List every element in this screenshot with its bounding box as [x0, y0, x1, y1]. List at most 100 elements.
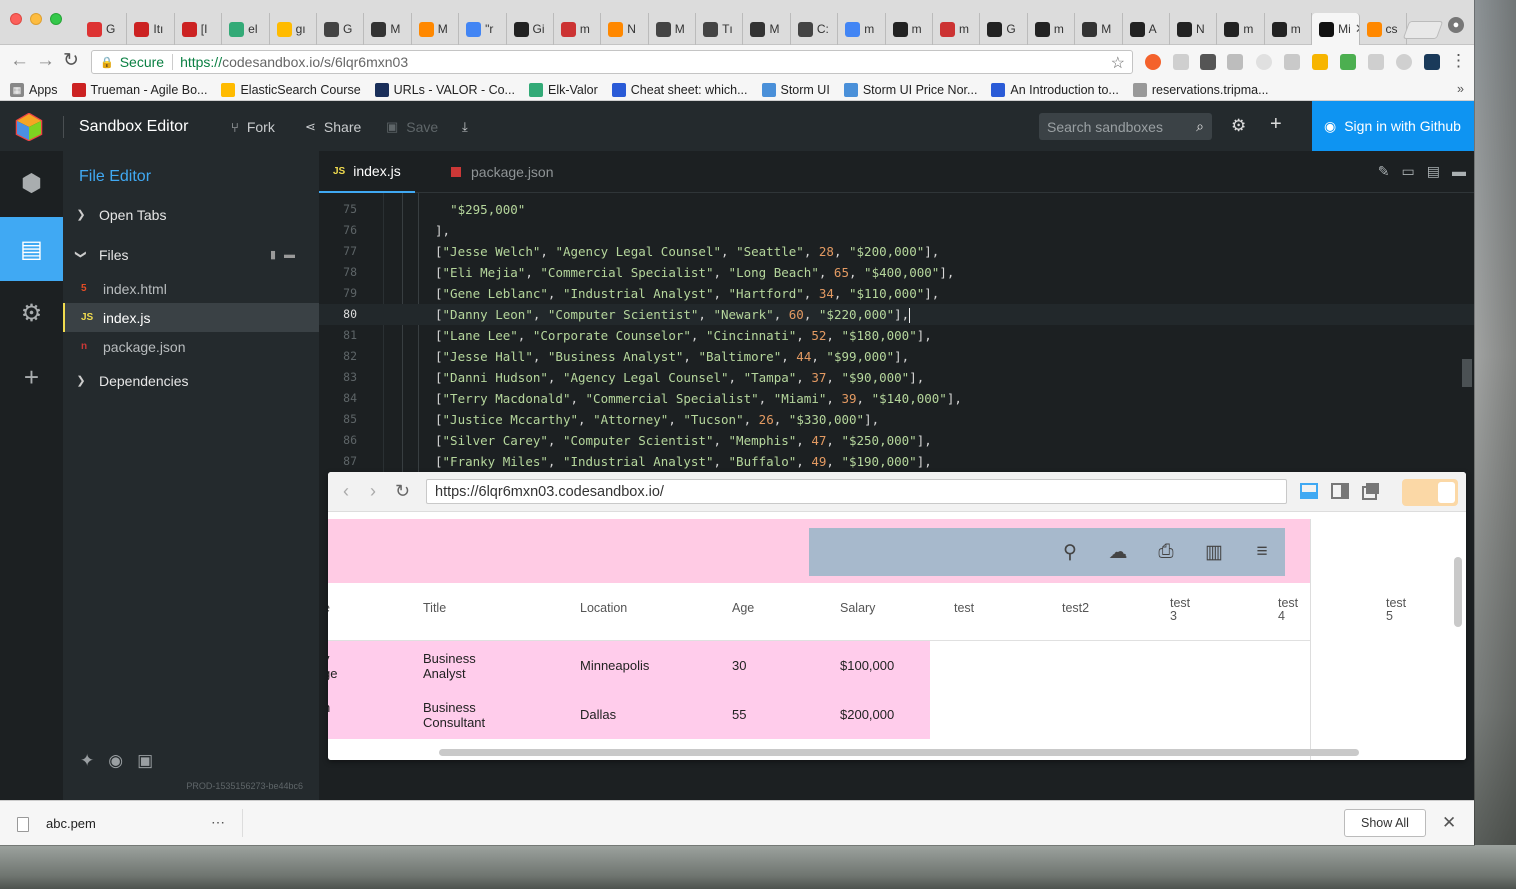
browser-tab[interactable]: Mi✕ — [1312, 13, 1360, 45]
filter-list-icon[interactable]: ≡ — [1250, 541, 1274, 563]
bookmark-item[interactable]: ElasticSearch Course — [221, 82, 361, 97]
bookmark-item[interactable]: Cheat sheet: which... — [611, 82, 748, 97]
reload-icon[interactable]: ↻ — [63, 51, 79, 71]
open-tabs-toggle[interactable]: ❯ Open Tabs — [63, 200, 319, 229]
extension-icon[interactable] — [1312, 54, 1328, 70]
apps-bookmark[interactable]: ▦ Apps — [10, 82, 58, 97]
search-icon[interactable]: ⚲ — [1058, 541, 1082, 564]
settings-gear-icon[interactable]: ⚙ — [1231, 116, 1246, 136]
search-sandboxes-input[interactable]: Search sandboxes ⌕ — [1039, 113, 1212, 140]
project-settings-icon[interactable]: ⚙ — [0, 281, 63, 345]
files-toggle[interactable]: ❯ Files ▮▬ — [63, 240, 319, 269]
tab-package-json[interactable]: package.json — [437, 151, 568, 193]
browser-tab[interactable]: gı — [270, 13, 317, 45]
forward-arrow-icon[interactable]: → — [36, 51, 55, 71]
file-item[interactable]: JS index.js — [63, 303, 319, 332]
tab-index-js[interactable]: JS index.js — [319, 151, 415, 193]
browser-tab[interactable]: Itı — [127, 13, 175, 45]
sandbox-info-cube-icon[interactable]: ⬢ — [0, 151, 63, 215]
minimize-window-button[interactable] — [30, 13, 42, 25]
browser-tab[interactable]: A — [1123, 13, 1170, 45]
browser-tab[interactable]: Tı — [696, 13, 744, 45]
table-row[interactable]: n l Business Consultant Dallas 55 $200,000 — [328, 690, 930, 739]
browser-tab[interactable]: m — [838, 13, 886, 45]
maximize-window-button[interactable] — [50, 13, 62, 25]
column-header[interactable]: Location — [580, 602, 627, 615]
preview-vertical-scrollbar[interactable] — [1454, 557, 1462, 627]
bookmark-item[interactable]: reservations.tripma... — [1132, 82, 1269, 97]
bookmark-item[interactable]: Elk-Valor — [528, 82, 598, 97]
preview-toggle-icon[interactable]: ▭ — [1402, 163, 1415, 180]
new-tab-button[interactable] — [1402, 21, 1444, 39]
new-file-folder-icons[interactable]: ▮▬ — [270, 248, 303, 261]
browser-tab[interactable]: M — [412, 13, 460, 45]
browser-tab[interactable]: m — [933, 13, 981, 45]
file-item[interactable]: n package.json — [63, 332, 319, 361]
column-header[interactable]: test — [954, 602, 974, 615]
show-all-button[interactable]: Show All — [1344, 809, 1426, 837]
cloud-download-icon[interactable]: ☁ — [1106, 541, 1130, 564]
column-header[interactable]: test 3 — [1170, 597, 1190, 623]
browser-tab[interactable]: C: — [791, 13, 839, 45]
extension-icon[interactable] — [1256, 54, 1272, 70]
back-arrow-icon[interactable]: ← — [10, 51, 29, 71]
twitter-icon[interactable]: ✦ — [80, 751, 94, 771]
column-header[interactable]: e — [328, 602, 330, 615]
code-area[interactable]: 75 "$295,000" 76], 77 ["Jesse Welch", "Agen… — [319, 193, 1474, 478]
bookmark-item[interactable]: An Introduction to... — [991, 82, 1119, 97]
add-plus-icon[interactable]: + — [0, 345, 63, 409]
preview-url-input[interactable]: https://6lqr6mxn03.codesandbox.io/ — [426, 479, 1287, 504]
browser-tab[interactable]: m — [1265, 13, 1313, 45]
more-bookmarks-icon[interactable]: » — [1457, 82, 1464, 96]
column-header[interactable]: test2 — [1062, 602, 1089, 615]
browser-menu-icon[interactable]: ⋮ — [1450, 52, 1467, 70]
browser-tab[interactable]: M — [649, 13, 697, 45]
file-editor-icon[interactable]: ▤ — [0, 217, 63, 281]
share-button[interactable]: ⋖ Share — [305, 119, 361, 135]
profile-icon[interactable]: ● — [1448, 17, 1464, 33]
save-button[interactable]: ▣ Save — [386, 119, 438, 135]
extension-icon[interactable] — [1368, 54, 1384, 70]
column-header[interactable]: Salary — [840, 602, 875, 615]
preview-layout-icon[interactable] — [1300, 482, 1318, 500]
extension-icon[interactable] — [1396, 54, 1412, 70]
browser-tab[interactable]: N — [601, 13, 649, 45]
close-window-button[interactable] — [10, 13, 22, 25]
bookmark-item[interactable]: Trueman - Agile Bo... — [71, 82, 207, 97]
column-header[interactable]: Age — [732, 602, 754, 615]
browser-tab[interactable]: G — [980, 13, 1028, 45]
preview-back-icon[interactable]: ‹ — [343, 481, 349, 502]
file-item[interactable]: 5 index.html — [63, 274, 319, 303]
extension-icon[interactable] — [1284, 54, 1300, 70]
fork-button[interactable]: ⑂ Fork — [231, 119, 275, 135]
column-header[interactable]: test 4 — [1278, 597, 1298, 623]
browser-tab[interactable]: el — [222, 13, 270, 45]
extension-icon[interactable] — [1340, 54, 1356, 70]
bookmark-item[interactable]: URLs - VALOR - Co... — [374, 82, 515, 97]
browser-tab[interactable]: G — [317, 13, 365, 45]
address-bar[interactable]: 🔒 Secure https:// codesandbox.io/s/6lqr6… — [91, 50, 1133, 74]
browser-tab[interactable]: G — [80, 13, 128, 45]
download-button[interactable]: ⤓ — [462, 119, 476, 135]
bookmark-star-icon[interactable]: ☆ — [1111, 53, 1125, 73]
bookmark-item[interactable]: Storm UI — [761, 82, 830, 97]
preview-split-icon[interactable] — [1331, 482, 1349, 500]
new-sandbox-plus-icon[interactable]: + — [1270, 113, 1282, 136]
browser-tab[interactable]: Gi — [507, 13, 554, 45]
column-header[interactable]: test 5 — [1386, 597, 1406, 623]
preview-popout-icon[interactable] — [1362, 482, 1380, 500]
bookmark-item[interactable]: Storm UI Price Nor... — [843, 82, 977, 97]
download-file-name[interactable]: abc.pem — [46, 816, 96, 831]
extension-icon[interactable] — [1200, 54, 1216, 70]
column-header[interactable]: Title — [423, 602, 446, 615]
extension-icon[interactable] — [1227, 54, 1243, 70]
browser-tab[interactable]: m — [886, 13, 934, 45]
extension-icon[interactable] — [1145, 54, 1161, 70]
browser-tab[interactable]: M — [1075, 13, 1123, 45]
browser-tab[interactable]: m — [554, 13, 602, 45]
view-columns-icon[interactable]: ▥ — [1202, 541, 1226, 564]
browser-tab[interactable]: m — [1028, 13, 1076, 45]
browser-tab[interactable]: cs — [1360, 13, 1407, 45]
sign-in-github-button[interactable]: ◉ Sign in with Github — [1312, 101, 1474, 151]
preview-refresh-icon[interactable]: ↻ — [395, 481, 410, 502]
